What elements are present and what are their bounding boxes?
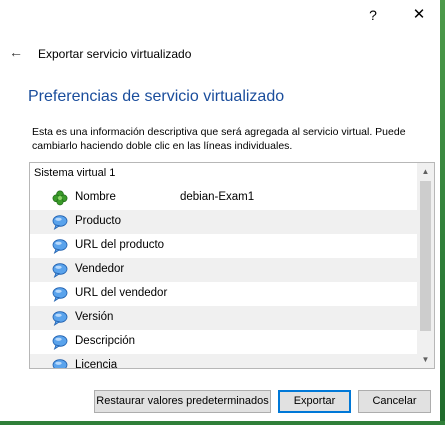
scroll-up-arrow-icon[interactable]: ▲ (417, 163, 434, 180)
list-item-nombre[interactable]: Nombre debian-Exam1 (30, 186, 417, 210)
speech-bubble-icon (52, 239, 68, 254)
row-label: Versión (75, 311, 114, 323)
list-item-vendedor[interactable]: Vendedor (30, 258, 417, 282)
scrollbar-thumb[interactable] (420, 181, 431, 331)
list-item-url-producto[interactable]: URL del producto (30, 234, 417, 258)
vertical-scrollbar[interactable]: ▲ ▼ (417, 163, 434, 368)
restore-defaults-button[interactable]: Restaurar valores predeterminados (94, 390, 271, 413)
row-label: URL del producto (75, 239, 165, 251)
list-item-licencia[interactable]: Licencia (30, 354, 417, 369)
list-item-url-vendedor[interactable]: URL del vendedor (30, 282, 417, 306)
list-item-version[interactable]: Versión (30, 306, 417, 330)
page-description: Esta es una información descriptiva que … (32, 126, 406, 152)
speech-bubble-icon (52, 215, 68, 230)
close-button[interactable]: ✕ (402, 0, 436, 30)
row-label: Licencia (75, 359, 118, 369)
desktop-background (440, 0, 445, 425)
clover-icon (52, 190, 68, 206)
virtual-system-group[interactable]: Sistema virtual 1 (34, 167, 115, 179)
page-heading: Preferencias de servicio virtualizado (28, 88, 285, 105)
back-arrow-icon[interactable]: ← (9, 44, 23, 60)
title-bar: ? ✕ (0, 0, 440, 30)
row-label: Producto (75, 215, 122, 227)
export-dialog: ? ✕ ← Exportar servicio virtualizado Pre… (0, 0, 440, 421)
cancel-button[interactable]: Cancelar (358, 390, 431, 413)
scroll-down-arrow-icon[interactable]: ▼ (417, 351, 434, 368)
help-button[interactable]: ? (358, 0, 388, 30)
row-label: Vendedor (75, 263, 125, 275)
speech-bubble-icon (52, 359, 68, 368)
wizard-title: Exportar servicio virtualizado (38, 47, 192, 61)
speech-bubble-icon (52, 287, 68, 302)
row-value[interactable]: debian-Exam1 (180, 191, 254, 203)
speech-bubble-icon (52, 311, 68, 326)
speech-bubble-icon (52, 263, 68, 278)
row-label: Nombre (75, 191, 116, 203)
row-label: Descripción (75, 335, 136, 347)
appliance-settings-list[interactable]: Sistema virtual 1 Nombre debian-Exam1 Pr… (29, 162, 435, 369)
list-item-descripcion[interactable]: Descripción (30, 330, 417, 354)
row-label: URL del vendedor (75, 287, 168, 299)
export-button[interactable]: Exportar (278, 390, 351, 413)
speech-bubble-icon (52, 335, 68, 350)
desktop-background-bottom (0, 421, 445, 425)
list-item-producto[interactable]: Producto (30, 210, 417, 234)
